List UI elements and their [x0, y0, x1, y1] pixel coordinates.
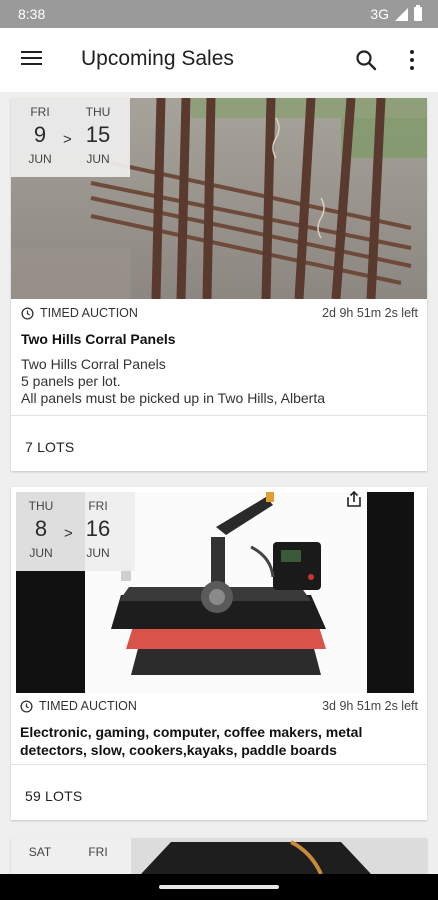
start-date: SAT — [28, 845, 52, 859]
signal-icon — [395, 7, 408, 21]
time-left: 3d 9h 51m 2s left — [322, 699, 418, 713]
status-time: 8:38 — [18, 6, 46, 22]
sale-title: Two Hills Corral Panels — [21, 331, 176, 347]
clock-icon — [21, 306, 34, 320]
divider — [11, 764, 427, 765]
divider — [11, 415, 427, 416]
auction-type: TIMED AUCTION — [21, 306, 138, 320]
system-navigation-bar — [0, 874, 438, 900]
menu-icon[interactable] — [16, 48, 48, 72]
date-range-arrow: > — [64, 525, 73, 542]
date-range: THU 8 JUN > FRI 16 JUN — [16, 492, 135, 571]
time-left: 2d 9h 51m 2s left — [322, 306, 418, 320]
auction-type: TIMED AUCTION — [20, 699, 137, 713]
end-date: THU 15 JUN — [85, 105, 111, 166]
home-gesture-handle[interactable] — [159, 885, 279, 889]
date-range: SAT FRI — [11, 838, 130, 874]
sale-title: Electronic, gaming, computer, coffee mak… — [20, 724, 363, 758]
page-title: Upcoming Sales — [81, 47, 234, 70]
lots-count-button[interactable]: 59 LOTS — [25, 788, 82, 804]
description-line: 5 panels per lot. — [21, 373, 121, 389]
battery-icon — [414, 5, 422, 21]
sale-description: Two Hills Corral Panels 5 panels per lot… — [21, 356, 325, 407]
end-date: FRI 16 JUN — [85, 499, 111, 560]
app-bar: Upcoming Sales — [0, 28, 438, 92]
start-date: FRI 9 JUN — [28, 105, 52, 166]
search-icon[interactable] — [352, 46, 380, 74]
start-date: THU 8 JUN — [28, 499, 54, 560]
status-bar: 8:38 3G — [0, 0, 438, 28]
status-indicators: 3G — [370, 5, 422, 22]
sale-card[interactable]: FRI 9 JUN > THU 15 JUN TIMED AUCTION 2d … — [11, 98, 427, 471]
date-range-arrow: > — [63, 131, 72, 148]
sale-card[interactable]: SAT FRI — [11, 838, 427, 874]
share-icon[interactable] — [344, 489, 364, 509]
end-date: FRI — [88, 845, 108, 859]
auction-type-label: TIMED AUCTION — [40, 306, 138, 320]
more-vert-icon[interactable] — [400, 46, 424, 74]
network-type: 3G — [370, 6, 389, 22]
description-line: Two Hills Corral Panels — [21, 356, 166, 372]
date-range: FRI 9 JUN > THU 15 JUN — [11, 98, 130, 177]
auction-type-label: TIMED AUCTION — [39, 699, 137, 713]
clock-icon — [20, 699, 33, 713]
lots-count-button[interactable]: 7 LOTS — [25, 439, 74, 455]
description-line: All panels must be picked up in Two Hill… — [21, 390, 326, 406]
sale-card[interactable]: THU 8 JUN > FRI 16 JUN TIMED AUCTION 3d … — [11, 487, 427, 820]
